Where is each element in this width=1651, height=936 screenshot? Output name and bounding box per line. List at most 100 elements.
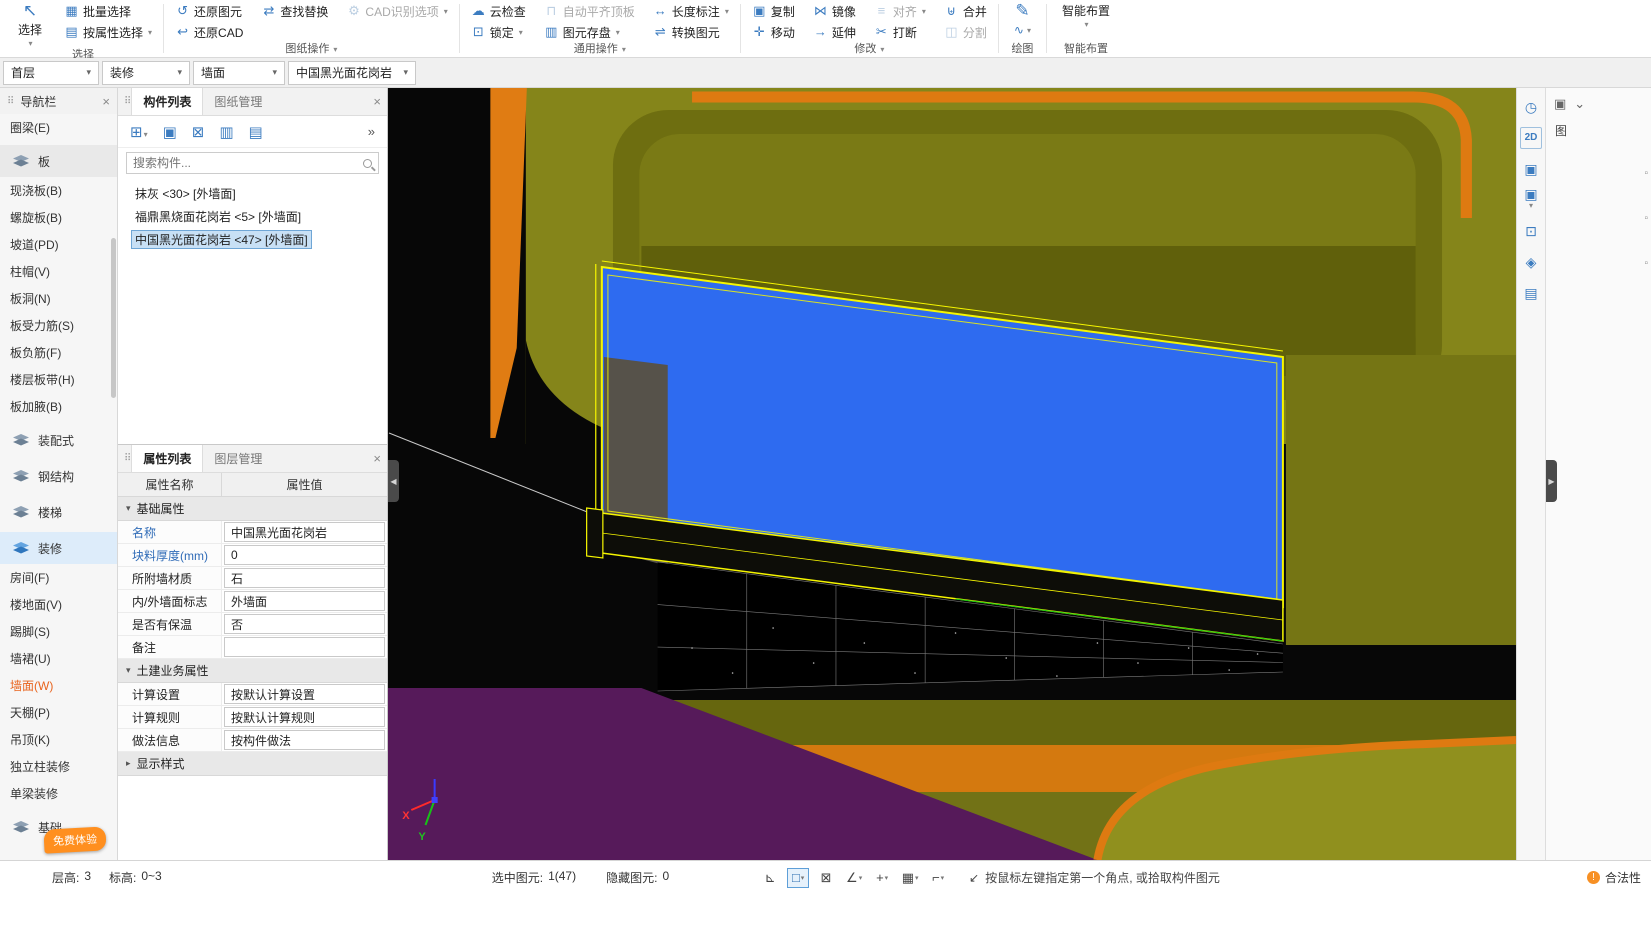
nav-item[interactable]: 板负筋(F) xyxy=(0,339,117,366)
view-settings-button[interactable]: ◈ xyxy=(1520,251,1542,273)
nav-item[interactable]: 吊顶(K) xyxy=(0,726,117,753)
nav-item[interactable]: 楼层板带(H) xyxy=(0,366,117,393)
property-value-field[interactable]: 石 xyxy=(224,568,385,588)
restore-element-button[interactable]: ↺ 还原图元 xyxy=(173,2,245,20)
search-input[interactable] xyxy=(133,156,363,170)
layers-options-button[interactable]: ▣ ▾ xyxy=(1520,187,1542,211)
component-list-item[interactable]: 福鼎黑烧面花岗岩 <5> [外墙面] xyxy=(118,205,387,228)
orbit-view-button[interactable]: ◷ xyxy=(1520,96,1542,118)
layers-button[interactable]: ▣ xyxy=(1520,158,1542,180)
right-angle-mode-button[interactable]: ⊾ xyxy=(759,868,781,888)
batch-select-button[interactable]: ▦ 批量选择 xyxy=(62,2,154,20)
corner-snap-button[interactable]: ⌐ ▾ xyxy=(927,868,949,888)
2d-view-button[interactable]: 2D xyxy=(1520,127,1542,149)
nav-item-prefab-group[interactable]: 装配式 xyxy=(0,424,117,456)
nav-item[interactable]: 现浇板(B) xyxy=(0,177,117,204)
extend-button[interactable]: → 延伸 xyxy=(811,23,858,41)
component-list-item-selected[interactable]: 中国黑光面花岗岩 <47> [外墙面] xyxy=(118,228,387,251)
zoom-fit-button[interactable]: ⊡ xyxy=(1520,220,1542,242)
nav-item[interactable]: 墙裙(U) xyxy=(0,645,117,672)
nav-item[interactable]: 板洞(N) xyxy=(0,285,117,312)
new-component-button[interactable]: ⊞▾ xyxy=(130,123,148,141)
panel-collapse-handle-left[interactable]: ◀ xyxy=(388,460,399,502)
component-combo[interactable]: 中国黑光面花岗岩 ▾ xyxy=(288,60,416,85)
property-value-field[interactable]: 0 xyxy=(224,545,385,565)
category-combo[interactable]: 装修 ▾ xyxy=(102,60,190,85)
copy-component-button[interactable]: ▣ xyxy=(163,123,177,141)
nav-item[interactable]: 螺旋板(B) xyxy=(0,204,117,231)
panel-edge-icon[interactable]: ▫ xyxy=(1644,168,1648,179)
element-save-button[interactable]: ▥ 图元存盘 ▾ xyxy=(542,23,637,41)
property-value-field[interactable]: 按默认计算规则 xyxy=(224,707,385,727)
panel-edge-icon[interactable]: ▫ xyxy=(1644,213,1648,224)
property-value-field[interactable]: 否 xyxy=(224,614,385,634)
draw-tool-button[interactable]: ✎ ∿ ▾ xyxy=(1008,2,1037,39)
nav-item[interactable]: 板加腋(B) xyxy=(0,393,117,420)
length-annotation-button[interactable]: ↔ 长度标注 ▾ xyxy=(651,2,731,20)
align-button[interactable]: ≡ 对齐 ▾ xyxy=(872,2,928,20)
merge-button[interactable]: ⊎ 合并 xyxy=(942,2,989,20)
tab-drawing-management[interactable]: 图纸管理 xyxy=(203,88,273,115)
panel-edge-icon[interactable]: ▫ xyxy=(1644,258,1648,269)
select-by-property-button[interactable]: ▤ 按属性选择 ▾ xyxy=(62,23,154,41)
tab-property-list[interactable]: 属性列表 xyxy=(131,445,204,472)
nav-item[interactable]: 板受力筋(S) xyxy=(0,312,117,339)
display-list-button[interactable]: ▤ xyxy=(1520,282,1542,304)
property-value-field[interactable]: 中国黑光面花岗岩 xyxy=(224,522,385,542)
close-icon[interactable]: × xyxy=(373,451,381,466)
tab-layer-management[interactable]: 图层管理 xyxy=(203,445,273,472)
mirror-button[interactable]: ⋈ 镜像 xyxy=(811,2,858,20)
cross-selection-button[interactable]: ⊠ xyxy=(815,868,837,888)
convert-element-button[interactable]: ⇌ 转换图元 xyxy=(651,23,731,41)
element-type-combo[interactable]: 墙面 ▾ xyxy=(193,60,285,85)
floor-combo[interactable]: 首层 ▾ xyxy=(3,60,99,85)
component-list-item[interactable]: 抹灰 <30> [外墙面] xyxy=(118,182,387,205)
nav-item-slab-group[interactable]: 板 xyxy=(0,145,117,177)
point-snap-button[interactable]: + ▾ xyxy=(871,868,893,888)
delete-component-button[interactable]: ⊠ xyxy=(192,123,205,141)
tab-component-list[interactable]: 构件列表 xyxy=(131,88,204,115)
close-icon[interactable]: × xyxy=(373,94,381,109)
cad-recognize-options-button[interactable]: ⚙ CAD识别选项 ▾ xyxy=(344,2,449,20)
panel-collapse-handle-right[interactable]: ▶ xyxy=(1546,460,1557,502)
nav-item[interactable]: 房间(F) xyxy=(0,564,117,591)
section-basic-properties[interactable]: ▾ 基础属性 xyxy=(118,497,387,521)
break-button[interactable]: ✂ 打断 xyxy=(872,23,928,41)
nav-item[interactable]: 单梁装修 xyxy=(0,780,117,807)
nav-item[interactable]: 柱帽(V) xyxy=(0,258,117,285)
3d-scene[interactable]: X Y xyxy=(388,88,1516,860)
nav-item-stairs-group[interactable]: 楼梯 xyxy=(0,496,117,528)
auto-align-top-slab-button[interactable]: ⊓ 自动平齐顶板 xyxy=(542,2,637,20)
cloud-check-button[interactable]: ☁ 云检查 xyxy=(469,2,528,20)
grid-snap-button[interactable]: ▦ ▾ xyxy=(899,868,921,888)
split-button[interactable]: ◫ 分割 xyxy=(942,23,989,41)
property-value-field[interactable]: 按默认计算设置 xyxy=(224,684,385,704)
nav-item[interactable]: 独立柱装修 xyxy=(0,753,117,780)
nav-item[interactable]: 天棚(P) xyxy=(0,699,117,726)
nav-item[interactable]: 圈梁(E) xyxy=(0,114,117,141)
3d-viewport[interactable]: X Y ◀ xyxy=(388,88,1516,860)
find-replace-button[interactable]: ⇄ 查找替换 xyxy=(259,2,330,20)
property-value-field[interactable] xyxy=(224,637,385,657)
select-button[interactable]: ↖ 选择 ▾ xyxy=(12,2,48,49)
panel-icon[interactable]: ▣ xyxy=(1554,96,1566,112)
nav-item[interactable]: 踢脚(S) xyxy=(0,618,117,645)
nav-scrollbar[interactable] xyxy=(111,238,116,398)
close-icon[interactable]: × xyxy=(102,94,110,109)
legality-check[interactable]: ! 合法性 xyxy=(1586,869,1641,886)
nav-item-decoration-group[interactable]: 装修 xyxy=(0,532,117,564)
property-value-field[interactable]: 外墙面 xyxy=(224,591,385,611)
copy-button[interactable]: ▣ 复制 xyxy=(750,2,797,20)
property-value-field[interactable]: 按构件做法 xyxy=(224,730,385,750)
free-trial-badge[interactable]: 免费体验 xyxy=(43,826,107,854)
selection-box-mode-button[interactable]: □ ▾ xyxy=(787,867,810,888)
copy-to-layer-button[interactable]: ▥ xyxy=(219,123,233,141)
nav-item[interactable]: 坡道(PD) xyxy=(0,231,117,258)
nav-item-steel-group[interactable]: 钢结构 xyxy=(0,460,117,492)
drag-grip-icon[interactable]: ⠿ xyxy=(7,96,14,107)
section-civil-business-properties[interactable]: ▾ 土建业务属性 xyxy=(118,659,387,683)
drag-grip-icon[interactable]: ⠿ xyxy=(124,96,131,107)
nav-item-wall-face[interactable]: 墙面(W) xyxy=(0,672,117,699)
copy-to-storey-button[interactable]: ▤ xyxy=(249,123,263,141)
panel-icon[interactable]: ⌄ xyxy=(1574,96,1585,112)
